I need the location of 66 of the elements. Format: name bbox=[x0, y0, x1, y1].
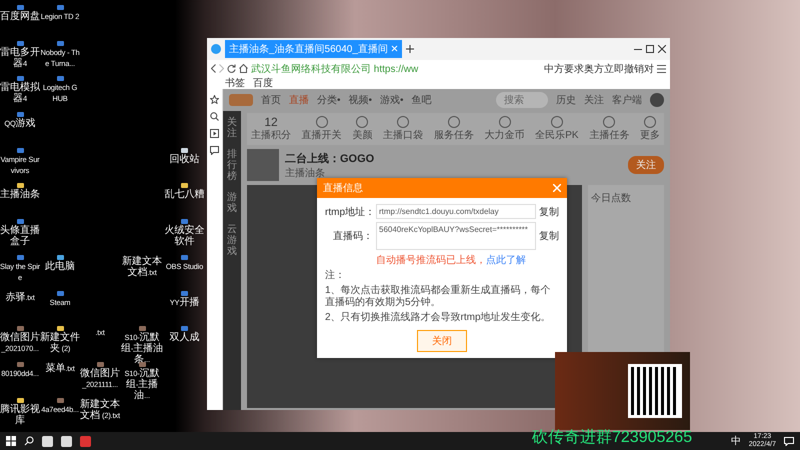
taskbar-app-icon[interactable] bbox=[61, 436, 72, 446]
feature-item[interactable]: 更多 bbox=[640, 116, 660, 142]
windows-start-icon[interactable] bbox=[6, 436, 16, 446]
streamer-name: 主播油条 bbox=[285, 166, 326, 180]
sidebar-item[interactable]: 游戏 bbox=[227, 192, 237, 214]
note-text: 2、只有切换推流线路才会导致rtmp地址发生变化。 bbox=[325, 312, 552, 324]
overlay-text: 砍传奇进群723905265 bbox=[532, 429, 692, 447]
nav-link[interactable]: 游戏• bbox=[380, 93, 404, 107]
streamer-photo-placeholder bbox=[247, 149, 279, 181]
back-icon[interactable] bbox=[211, 64, 216, 73]
maximize-icon[interactable] bbox=[646, 45, 654, 53]
close-icon[interactable] bbox=[658, 45, 666, 53]
room-title: 二台上线：GOGO bbox=[285, 152, 374, 166]
field-label: 直播码： bbox=[332, 230, 373, 243]
reload-icon[interactable] bbox=[227, 64, 236, 73]
site-logo-icon bbox=[229, 94, 253, 106]
nav-link[interactable]: 首页 bbox=[261, 93, 281, 107]
info-link[interactable]: 点此了解 bbox=[486, 255, 526, 266]
close-tab-icon[interactable] bbox=[390, 45, 398, 52]
copy-link[interactable]: 复制 bbox=[539, 229, 559, 243]
nav-link[interactable]: 视频• bbox=[348, 93, 372, 107]
feature-item[interactable]: 全民乐PK bbox=[535, 116, 579, 142]
chat-icon[interactable] bbox=[210, 146, 219, 155]
input-field[interactable]: rtmp://sendtc1.douyu.com/txdelay bbox=[376, 204, 536, 219]
header-link[interactable]: 客户端 bbox=[612, 93, 642, 107]
follow-button[interactable]: 关注 bbox=[628, 156, 664, 174]
star-icon[interactable] bbox=[210, 95, 219, 104]
header-link[interactable]: 历史 bbox=[556, 93, 576, 107]
feature-item[interactable]: 美颜 bbox=[352, 116, 372, 142]
nav-link[interactable]: 鱼吧 bbox=[412, 93, 432, 107]
plus-icon[interactable] bbox=[406, 45, 414, 53]
input-method-indicator[interactable]: 中 bbox=[730, 434, 741, 448]
minimize-icon[interactable] bbox=[634, 48, 642, 50]
feature-item[interactable]: 大力金币 bbox=[484, 116, 525, 142]
warning-text: 自动播号推流码已上线，点此了解 bbox=[375, 254, 527, 267]
avatar-icon[interactable] bbox=[650, 93, 664, 107]
panel-title: 今日点数 bbox=[591, 193, 631, 204]
browser-logo-icon bbox=[211, 44, 221, 54]
taskbar-app-icon[interactable] bbox=[42, 436, 53, 446]
nav-link[interactable]: 分类• bbox=[317, 93, 341, 107]
menu-icon[interactable] bbox=[657, 64, 666, 72]
feature-item[interactable]: 直播开关 bbox=[302, 116, 342, 142]
sidebar-item[interactable]: 排行榜 bbox=[227, 149, 237, 182]
address-field[interactable]: 武汉斗鱼网络科技有限公司 https://ww bbox=[251, 62, 541, 76]
score-value: 12 bbox=[264, 116, 278, 128]
note-text: 注： bbox=[325, 270, 346, 282]
sidebar-item[interactable]: 云游戏 bbox=[227, 224, 237, 257]
feature-item[interactable]: 主播任务 bbox=[589, 116, 630, 142]
note-text: 1、每次点击获取推流码都会重新生成直播码，每个直播码的有效期为5分钟。 bbox=[325, 285, 552, 309]
search-field[interactable]: 中方要求奥方立即撤销对 bbox=[544, 62, 654, 76]
feature-label: 主播积分 bbox=[251, 128, 291, 142]
field-label: rtmp地址： bbox=[325, 206, 373, 218]
play-icon[interactable] bbox=[210, 129, 219, 138]
sidebar-item[interactable]: 关注 bbox=[227, 117, 237, 139]
notification-icon[interactable] bbox=[784, 436, 794, 446]
header-link[interactable]: 关注 bbox=[584, 93, 604, 107]
feature-item[interactable]: 服务任务 bbox=[434, 116, 474, 142]
feature-item[interactable]: 主播口袋 bbox=[383, 116, 424, 142]
search-icon[interactable] bbox=[24, 436, 34, 446]
search-icon[interactable] bbox=[210, 112, 219, 121]
dialog-title: 直播信息 bbox=[323, 182, 364, 195]
input-field[interactable]: 56040reKcYoplBAUY?wsSecret=********** bbox=[376, 222, 536, 250]
bookmark-link[interactable]: 书签 bbox=[225, 76, 245, 90]
bookmark-link[interactable]: 百度 bbox=[253, 76, 273, 90]
copy-link[interactable]: 复制 bbox=[539, 204, 559, 218]
home-icon[interactable] bbox=[239, 64, 248, 73]
